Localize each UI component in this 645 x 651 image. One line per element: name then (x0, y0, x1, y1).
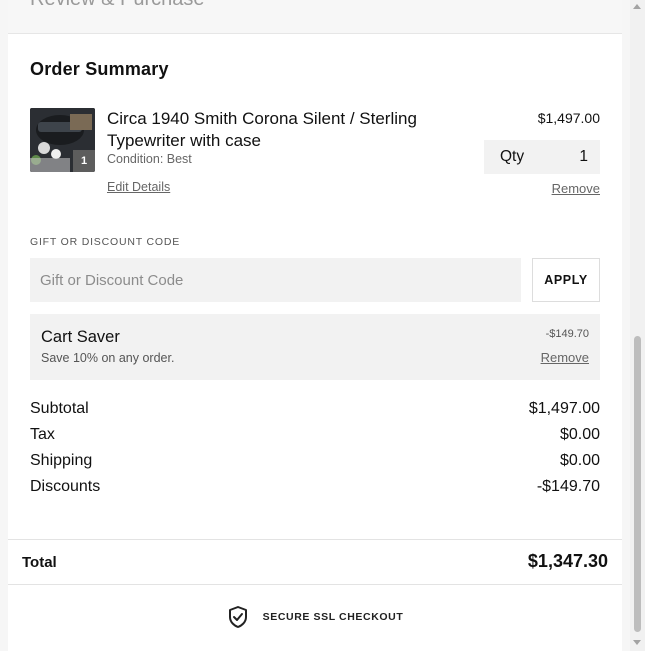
shipping-label: Shipping (30, 452, 93, 469)
apply-button[interactable]: APPLY (532, 258, 600, 302)
discounts-label: Discounts (30, 478, 101, 495)
shipping-row: Shipping $0.00 (30, 452, 600, 478)
scrollbar-thumb[interactable] (634, 336, 641, 632)
item-name: Circa 1940 Smith Corona Silent / Sterlin… (107, 109, 417, 150)
quantity-field[interactable]: Qty 1 (484, 140, 600, 174)
shield-check-icon (227, 605, 249, 629)
edit-details-link[interactable]: Edit Details (107, 180, 170, 194)
subtotal-label: Subtotal (30, 400, 89, 417)
applied-discount: Cart Saver Save 10% on any order. -$149.… (30, 314, 600, 380)
tax-label: Tax (30, 426, 55, 443)
product-thumbnail: 1 (30, 108, 95, 172)
item-condition: Condition: Best (107, 152, 192, 166)
shipping-value: $0.00 (559, 452, 600, 469)
total-value: $1,347.30 (527, 551, 608, 571)
vertical-scrollbar[interactable] (630, 0, 645, 651)
qty-label: Qty (500, 148, 525, 165)
remove-item-link[interactable]: Remove (552, 181, 600, 196)
total-label: Total (22, 554, 57, 571)
subtotal-value: $1,497.00 (528, 400, 600, 417)
review-purchase-header: Review & Purchase (8, 0, 622, 34)
tax-value: $0.00 (559, 426, 600, 443)
discounts-value: -$149.70 (536, 478, 600, 495)
subtotal-row: Subtotal $1,497.00 (30, 400, 600, 426)
checkout-panel: Review & Purchase Order Summary 1 Circa … (8, 0, 622, 651)
order-summary-title: Order Summary (30, 59, 169, 79)
discounts-row: Discounts -$149.70 (30, 478, 600, 504)
scroll-down-arrow-icon[interactable] (633, 640, 641, 645)
discount-code-input[interactable] (30, 258, 521, 302)
review-purchase-title: Review & Purchase (30, 0, 205, 11)
secure-checkout-text: SECURE SSL CHECKOUT (262, 611, 404, 623)
discount-code-label: GIFT OR DISCOUNT CODE (30, 236, 181, 248)
total-bar: Total $1,347.30 (8, 539, 622, 585)
item-price: $1,497.00 (537, 110, 600, 126)
discount-name: Cart Saver (41, 328, 120, 346)
remove-discount-link[interactable]: Remove (541, 350, 589, 365)
totals-list: Subtotal $1,497.00 Tax $0.00 Shipping $0… (30, 400, 600, 504)
scroll-up-arrow-icon[interactable] (633, 4, 641, 9)
quantity-badge: 1 (73, 150, 95, 172)
discount-description: Save 10% on any order. (41, 351, 175, 365)
qty-value[interactable]: 1 (579, 148, 588, 166)
secure-checkout-note: SECURE SSL CHECKOUT (8, 604, 622, 630)
tax-row: Tax $0.00 (30, 426, 600, 452)
discount-amount: -$149.70 (545, 328, 589, 340)
